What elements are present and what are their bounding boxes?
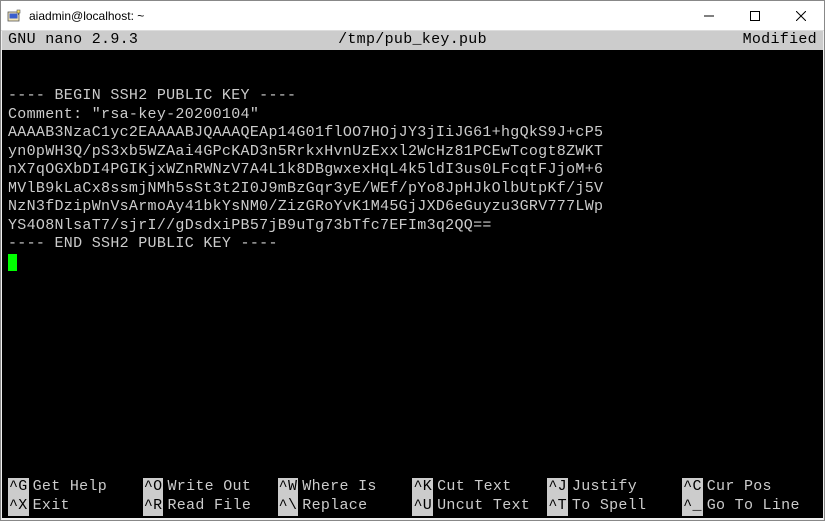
footer-row-1: ^GGet Help ^OWrite Out ^WWhere Is ^KCut … [8, 478, 817, 497]
content-line: MVlB9kLaCx8ssmjNMh5sSt3t2I0J9mBzGqr3yE/W… [8, 180, 603, 197]
content-line: nX7qOGXbDI4PGIKjxWZnRWNzV7A4L1k8DBgwxexH… [8, 161, 603, 178]
shortcut-cur-pos[interactable]: ^CCur Pos [682, 478, 817, 497]
shortcut-go-to-line[interactable]: ^_Go To Line [682, 497, 817, 516]
nano-footer: ^GGet Help ^OWrite Out ^WWhere Is ^KCut … [2, 478, 823, 516]
cursor [8, 254, 17, 271]
content-line: ---- BEGIN SSH2 PUBLIC KEY ---- [8, 87, 296, 104]
shortcut-get-help[interactable]: ^GGet Help [8, 478, 143, 497]
shortcut-replace[interactable]: ^\Replace [278, 497, 413, 516]
shortcut-write-out[interactable]: ^OWrite Out [143, 478, 278, 497]
nano-status: Modified [550, 31, 817, 50]
nano-version: GNU nano 2.9.3 [8, 31, 275, 50]
content-line: yn0pWH3Q/pS3xb5WZAai4GPcKAD3n5RrkxHvnUzE… [8, 143, 603, 160]
content-line: ---- END SSH2 PUBLIC KEY ---- [8, 235, 278, 252]
shortcut-exit[interactable]: ^XExit [8, 497, 143, 516]
content-line: Comment: "rsa-key-20200104" [8, 106, 259, 123]
putty-icon [7, 8, 23, 24]
file-content: ---- BEGIN SSH2 PUBLIC KEY ---- Comment:… [2, 69, 823, 273]
shortcut-where-is[interactable]: ^WWhere Is [278, 478, 413, 497]
window-titlebar: aiadmin@localhost: ~ [1, 1, 824, 31]
content-line: NzN3fDzipWnVsArmoAy41bkYsNM0/ZizGRoYvK1M… [8, 198, 603, 215]
content-line: YS4O8NlsaT7/sjrI//gDsdxiPB57jB9uTg73bTfc… [8, 217, 492, 234]
close-button[interactable] [778, 1, 824, 30]
shortcut-cut-text[interactable]: ^KCut Text [412, 478, 547, 497]
window-title: aiadmin@localhost: ~ [29, 9, 686, 23]
shortcut-justify[interactable]: ^JJustify [547, 478, 682, 497]
nano-filename: /tmp/pub_key.pub [275, 31, 550, 50]
shortcut-to-spell[interactable]: ^TTo Spell [547, 497, 682, 516]
shortcut-uncut-text[interactable]: ^UUncut Text [412, 497, 547, 516]
content-line: AAAAB3NzaC1yc2EAAAABJQAAAQEAp14G01flOO7H… [8, 124, 603, 141]
shortcut-read-file[interactable]: ^RRead File [143, 497, 278, 516]
maximize-button[interactable] [732, 1, 778, 30]
nano-header: GNU nano 2.9.3 /tmp/pub_key.pub Modified [2, 31, 823, 50]
minimize-button[interactable] [686, 1, 732, 30]
window-controls [686, 1, 824, 30]
footer-row-2: ^XExit ^RRead File ^\Replace ^UUncut Tex… [8, 497, 817, 516]
terminal[interactable]: GNU nano 2.9.3 /tmp/pub_key.pub Modified… [2, 31, 823, 518]
